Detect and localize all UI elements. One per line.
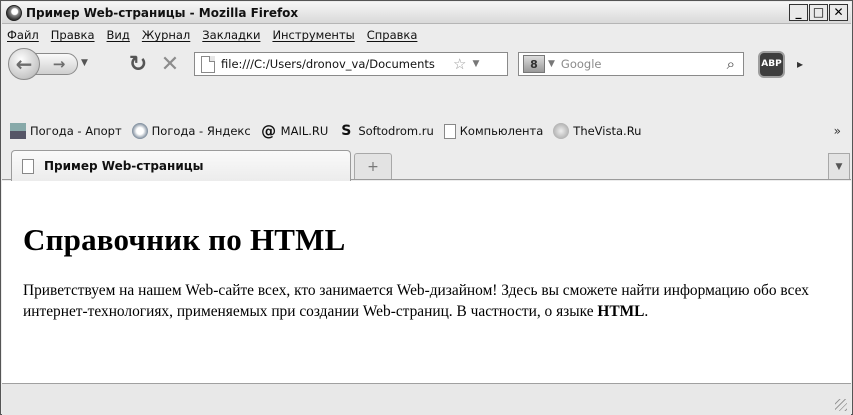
bookmarks-overflow-icon[interactable]: »	[834, 124, 841, 138]
page-content: Справочник по HTML Приветствуем на нашем…	[2, 181, 851, 383]
status-bar	[2, 383, 851, 415]
address-bar[interactable]: file:///C:/Users/dronov_va/Documents ☆ ▼	[194, 52, 508, 76]
minimize-button[interactable]: _	[789, 4, 808, 21]
bookmark-item[interactable]: S Softodrom.ru	[338, 123, 433, 139]
firefox-logo-icon	[6, 4, 22, 21]
paragraph-end: .	[644, 303, 649, 320]
page-icon	[22, 158, 34, 174]
bookmark-label: Softodrom.ru	[358, 124, 434, 138]
menu-view[interactable]: Вид	[107, 28, 130, 42]
window-title: Пример Web-страницы - Mozilla Firefox	[26, 5, 299, 20]
paragraph-text: Приветствуем на нашем Web-сайте всех, кт…	[23, 282, 809, 320]
vista-icon	[553, 123, 570, 139]
menu-history[interactable]: Журнал	[142, 28, 190, 42]
search-engine-dropdown-icon[interactable]: ▼	[548, 59, 555, 69]
stop-button[interactable]: ✕	[158, 52, 182, 77]
tab-strip: Пример Web-страницы + ▼	[2, 147, 851, 181]
at-sign-icon: @	[261, 122, 277, 140]
close-button[interactable]: ✕	[829, 4, 848, 21]
arrow-right-icon: →	[52, 55, 66, 73]
menu-edit[interactable]: Правка	[51, 28, 95, 42]
history-dropdown-icon[interactable]: ▼	[81, 58, 88, 68]
search-bar[interactable]: 8 ▼ Google ⌕	[518, 52, 744, 76]
softodrom-icon: S	[341, 123, 352, 139]
page-icon	[443, 123, 456, 139]
bookmark-item[interactable]: Погода - Апорт	[10, 123, 122, 139]
bookmark-item[interactable]: @ MAIL.RU	[261, 122, 329, 140]
bookmark-star-icon[interactable]: ☆	[453, 55, 466, 73]
window-controls: _ □ ✕	[789, 4, 848, 21]
search-input[interactable]: Google	[561, 57, 727, 71]
weather-image-icon	[10, 123, 26, 139]
url-input[interactable]: file:///C:/Users/dronov_va/Documents	[221, 57, 449, 71]
url-dropdown-icon[interactable]: ▼	[472, 59, 479, 69]
tab-label: Пример Web-страницы	[44, 159, 204, 173]
page-icon	[201, 55, 215, 73]
bookmark-label: TheVista.Ru	[573, 124, 642, 138]
menu-bookmarks[interactable]: Закладки	[202, 28, 260, 42]
bookmark-label: MAIL.RU	[280, 124, 329, 138]
plus-icon: +	[367, 158, 379, 175]
navigation-toolbar: ← → ▼ ↻ ✕ file:///C:/Users/dronov_va/Doc…	[2, 46, 851, 82]
title-bar[interactable]: Пример Web-страницы - Mozilla Firefox _ …	[2, 2, 851, 24]
bookmark-item[interactable]: Погода - Яндекс	[131, 123, 251, 139]
reload-button[interactable]: ↻	[126, 52, 150, 77]
search-engine-icon[interactable]: 8	[523, 55, 545, 73]
search-icon[interactable]: ⌕	[727, 55, 735, 73]
menu-help[interactable]: Справка	[367, 28, 418, 42]
maximize-button[interactable]: □	[809, 4, 828, 21]
arrow-left-icon: ←	[15, 52, 33, 76]
toolbar-overflow-icon[interactable]: ▸	[797, 57, 803, 71]
back-button[interactable]: ←	[8, 48, 40, 80]
bookmark-label: Компьюлента	[459, 124, 544, 138]
browser-window: Пример Web-страницы - Mozilla Firefox _ …	[0, 0, 853, 415]
resize-grip-icon[interactable]	[835, 399, 847, 411]
paragraph-bold-text: HTML	[597, 303, 645, 320]
new-tab-button[interactable]: +	[354, 153, 392, 179]
page-paragraph: Приветствуем на нашем Web-сайте всех, кт…	[23, 280, 843, 322]
bookmarks-toolbar: Погода - Апорт Погода - Яндекс @ MAIL.RU…	[2, 118, 851, 144]
back-forward-group: ← → ▼	[8, 48, 118, 80]
bookmark-label: Погода - Яндекс	[151, 124, 251, 138]
page-heading: Справочник по HTML	[23, 222, 346, 257]
menu-bar: Файл Правка Вид Журнал Закладки Инструме…	[2, 25, 851, 45]
stop-icon: ✕	[160, 51, 180, 77]
menu-tools[interactable]: Инструменты	[272, 28, 354, 42]
bookmark-label: Погода - Апорт	[30, 124, 122, 138]
bookmark-item[interactable]: TheVista.Ru	[553, 123, 641, 139]
menu-file[interactable]: Файл	[7, 28, 39, 42]
reload-icon: ↻	[128, 51, 148, 77]
chevron-down-icon: ▼	[835, 161, 843, 172]
weather-cloud-icon	[131, 123, 148, 139]
tab-list-button[interactable]: ▼	[828, 153, 850, 179]
adblock-plus-icon[interactable]: ABP	[758, 50, 785, 78]
bookmark-item[interactable]: Компьюлента	[443, 123, 544, 139]
tab-active[interactable]: Пример Web-страницы	[11, 150, 351, 181]
